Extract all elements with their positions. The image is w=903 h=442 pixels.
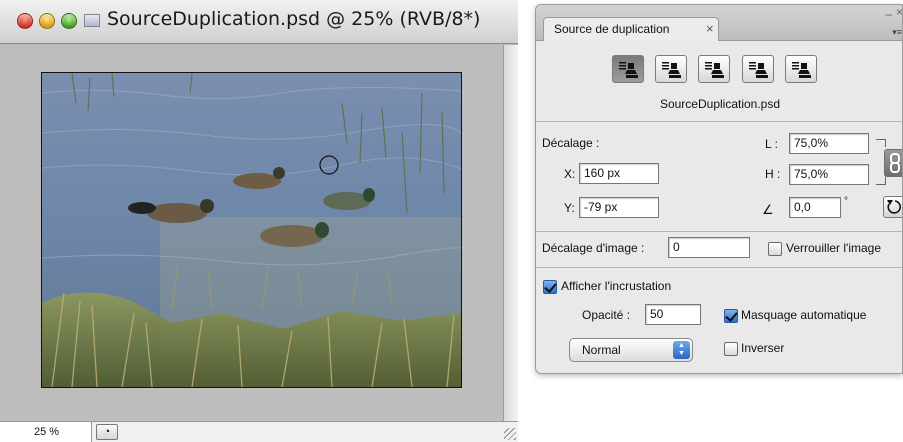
divider	[536, 267, 902, 268]
tab-clone-source[interactable]: Source de duplication ×	[543, 17, 719, 41]
show-overlay-checkbox[interactable]	[543, 280, 557, 294]
tab-label: Source de duplication	[554, 22, 670, 36]
divider	[536, 231, 902, 232]
panel-close-icon[interactable]: ×	[896, 5, 902, 19]
tab-close-icon[interactable]: ×	[706, 21, 714, 36]
canvas-area[interactable]	[0, 45, 503, 421]
degree-unit: °	[844, 196, 848, 207]
document-canvas-image[interactable]	[41, 72, 462, 388]
clone-source-panel: Source de duplication × – × ▾≡ SourceDup…	[535, 4, 903, 374]
show-overlay-label: Afficher l'incrustation	[561, 279, 672, 293]
panel-header[interactable]: Source de duplication × – × ▾≡	[536, 5, 902, 41]
offset-y-label: Y:	[564, 201, 575, 215]
clone-source-icon	[619, 62, 638, 78]
angle-icon: ∠	[762, 202, 774, 217]
status-bar: 25 % ◔	[0, 421, 518, 442]
divider	[536, 121, 902, 122]
offset-y-field[interactable]: -79 px	[579, 197, 659, 218]
auto-hide-checkbox[interactable]	[724, 309, 738, 323]
chevron-updown-icon: ▲ ▼	[673, 341, 690, 359]
clone-source-icon	[749, 62, 768, 78]
rotation-angle-field[interactable]: 0,0	[789, 197, 841, 218]
height-scale-field[interactable]: 75,0%	[789, 164, 869, 185]
source-file-name: SourceDuplication.psd	[659, 97, 781, 111]
invert-checkbox[interactable]	[724, 342, 738, 356]
clone-source-button-1[interactable]	[612, 55, 644, 83]
opacity-field[interactable]: 50	[645, 304, 701, 325]
frame-offset-label: Décalage d'image :	[542, 241, 645, 255]
link-bracket-top	[876, 139, 886, 147]
status-menu-button[interactable]: ◔	[96, 424, 118, 440]
clone-source-icon	[792, 62, 811, 78]
lock-frame-checkbox[interactable]	[768, 242, 782, 256]
clone-source-button-4[interactable]	[742, 55, 774, 83]
frame-offset-field[interactable]: 0	[668, 237, 750, 258]
close-window-button[interactable]	[17, 13, 33, 29]
blend-mode-value: Normal	[582, 343, 621, 357]
resize-grip-icon[interactable]	[504, 428, 516, 440]
lock-frame-label: Verrouiller l'image	[786, 241, 881, 255]
status-arrow-icon: ◔	[103, 426, 111, 438]
zoom-window-button[interactable]	[61, 13, 77, 29]
document-proxy-icon[interactable]	[84, 14, 100, 27]
panel-menu-icon[interactable]: ▾≡	[892, 27, 902, 38]
clone-source-button-2[interactable]	[655, 55, 687, 83]
reset-rotate-icon	[887, 200, 902, 214]
reset-transform-button[interactable]	[883, 196, 902, 218]
blend-mode-select[interactable]: Normal ▲ ▼	[569, 338, 693, 362]
offset-x-label: X:	[564, 167, 576, 181]
maintain-aspect-ratio-button[interactable]	[884, 149, 902, 177]
offset-x-field[interactable]: 160 px	[579, 163, 659, 184]
clone-source-button-5[interactable]	[785, 55, 817, 83]
minimize-window-button[interactable]	[39, 13, 55, 29]
document-titlebar[interactable]: SourceDuplication.psd @ 25% (RVB/8*)	[0, 0, 518, 44]
width-label: L :	[765, 137, 778, 151]
zoom-level-field[interactable]: 25 %	[0, 422, 92, 442]
auto-hide-label: Masquage automatique	[741, 308, 867, 322]
height-label: H :	[765, 167, 781, 181]
ducks-photo	[42, 73, 461, 387]
chain-link-icon	[890, 153, 900, 173]
panel-collapse-icon[interactable]: –	[885, 7, 892, 21]
document-window: SourceDuplication.psd @ 25% (RVB/8*) 25 …	[0, 0, 518, 442]
clone-source-button-3[interactable]	[698, 55, 730, 83]
width-scale-field[interactable]: 75,0%	[789, 133, 869, 154]
document-title: SourceDuplication.psd @ 25% (RVB/8*)	[107, 8, 481, 30]
clone-source-icon	[662, 62, 681, 78]
offset-label: Décalage :	[542, 136, 600, 150]
invert-label: Inverser	[741, 341, 785, 355]
opacity-label: Opacité :	[582, 308, 631, 322]
link-bracket-bottom	[876, 177, 886, 185]
vertical-scrollbar[interactable]	[503, 45, 518, 421]
clone-source-icon	[705, 62, 724, 78]
